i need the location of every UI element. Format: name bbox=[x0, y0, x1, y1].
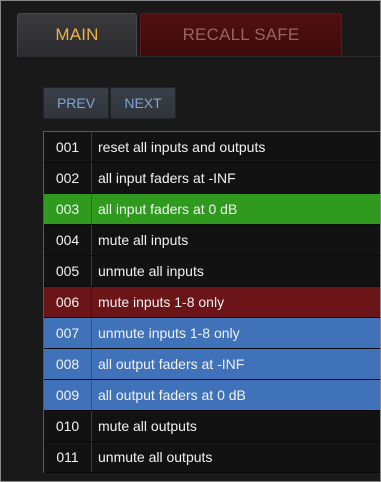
tab-main[interactable]: MAIN bbox=[17, 13, 137, 56]
snapshot-label: reset all inputs and outputs bbox=[98, 139, 266, 155]
snapshot-number: 006 bbox=[44, 287, 92, 317]
snapshot-number: 003 bbox=[44, 194, 92, 224]
prev-button[interactable]: PREV bbox=[43, 87, 109, 119]
snapshot-list: 001 reset all inputs and outputs 002 all… bbox=[43, 131, 380, 473]
snapshot-number: 008 bbox=[44, 349, 92, 379]
snapshot-row-001[interactable]: 001 reset all inputs and outputs bbox=[44, 132, 380, 163]
snapshot-row-002[interactable]: 002 all input faders at -INF bbox=[44, 163, 380, 194]
next-button[interactable]: NEXT bbox=[110, 87, 176, 119]
snapshot-number: 009 bbox=[44, 380, 92, 410]
snapshot-panel: MAIN RECALL SAFE PREV NEXT 001 reset all… bbox=[0, 0, 381, 482]
snapshot-row-006[interactable]: 006 mute inputs 1-8 only bbox=[44, 287, 380, 318]
snapshot-label: mute all outputs bbox=[98, 418, 197, 434]
snapshot-label: mute all inputs bbox=[98, 232, 189, 248]
snapshot-label: unmute inputs 1-8 only bbox=[98, 325, 240, 341]
snapshot-row-009[interactable]: 009 all output faders at 0 dB bbox=[44, 380, 380, 411]
snapshot-row-011[interactable]: 011 unmute all outputs bbox=[44, 442, 380, 473]
snapshot-number: 005 bbox=[44, 256, 92, 286]
snapshot-number: 007 bbox=[44, 318, 92, 348]
snapshot-row-008[interactable]: 008 all output faders at -INF bbox=[44, 349, 380, 380]
snapshot-number: 011 bbox=[44, 442, 92, 472]
snapshot-label: all input faders at 0 dB bbox=[98, 201, 238, 217]
snapshot-row-007[interactable]: 007 unmute inputs 1-8 only bbox=[44, 318, 380, 349]
snapshot-label: unmute all outputs bbox=[98, 449, 213, 465]
snapshot-number: 010 bbox=[44, 411, 92, 441]
snapshot-row-004[interactable]: 004 mute all inputs bbox=[44, 225, 380, 256]
snapshot-number: 001 bbox=[44, 132, 92, 162]
snapshot-row-005[interactable]: 005 unmute all inputs bbox=[44, 256, 380, 287]
tab-divider bbox=[17, 56, 380, 57]
snapshot-label: all output faders at -INF bbox=[98, 356, 245, 372]
snapshot-number: 002 bbox=[44, 163, 92, 193]
tab-recall-safe[interactable]: RECALL SAFE bbox=[140, 13, 342, 56]
snapshot-row-010[interactable]: 010 mute all outputs bbox=[44, 411, 380, 442]
snapshot-label: mute inputs 1-8 only bbox=[98, 294, 225, 310]
snapshot-number: 004 bbox=[44, 225, 92, 255]
snapshot-label: unmute all inputs bbox=[98, 263, 204, 279]
snapshot-label: all input faders at -INF bbox=[98, 170, 236, 186]
snapshot-row-003[interactable]: 003 all input faders at 0 dB bbox=[44, 194, 380, 225]
snapshot-label: all output faders at 0 dB bbox=[98, 387, 246, 403]
